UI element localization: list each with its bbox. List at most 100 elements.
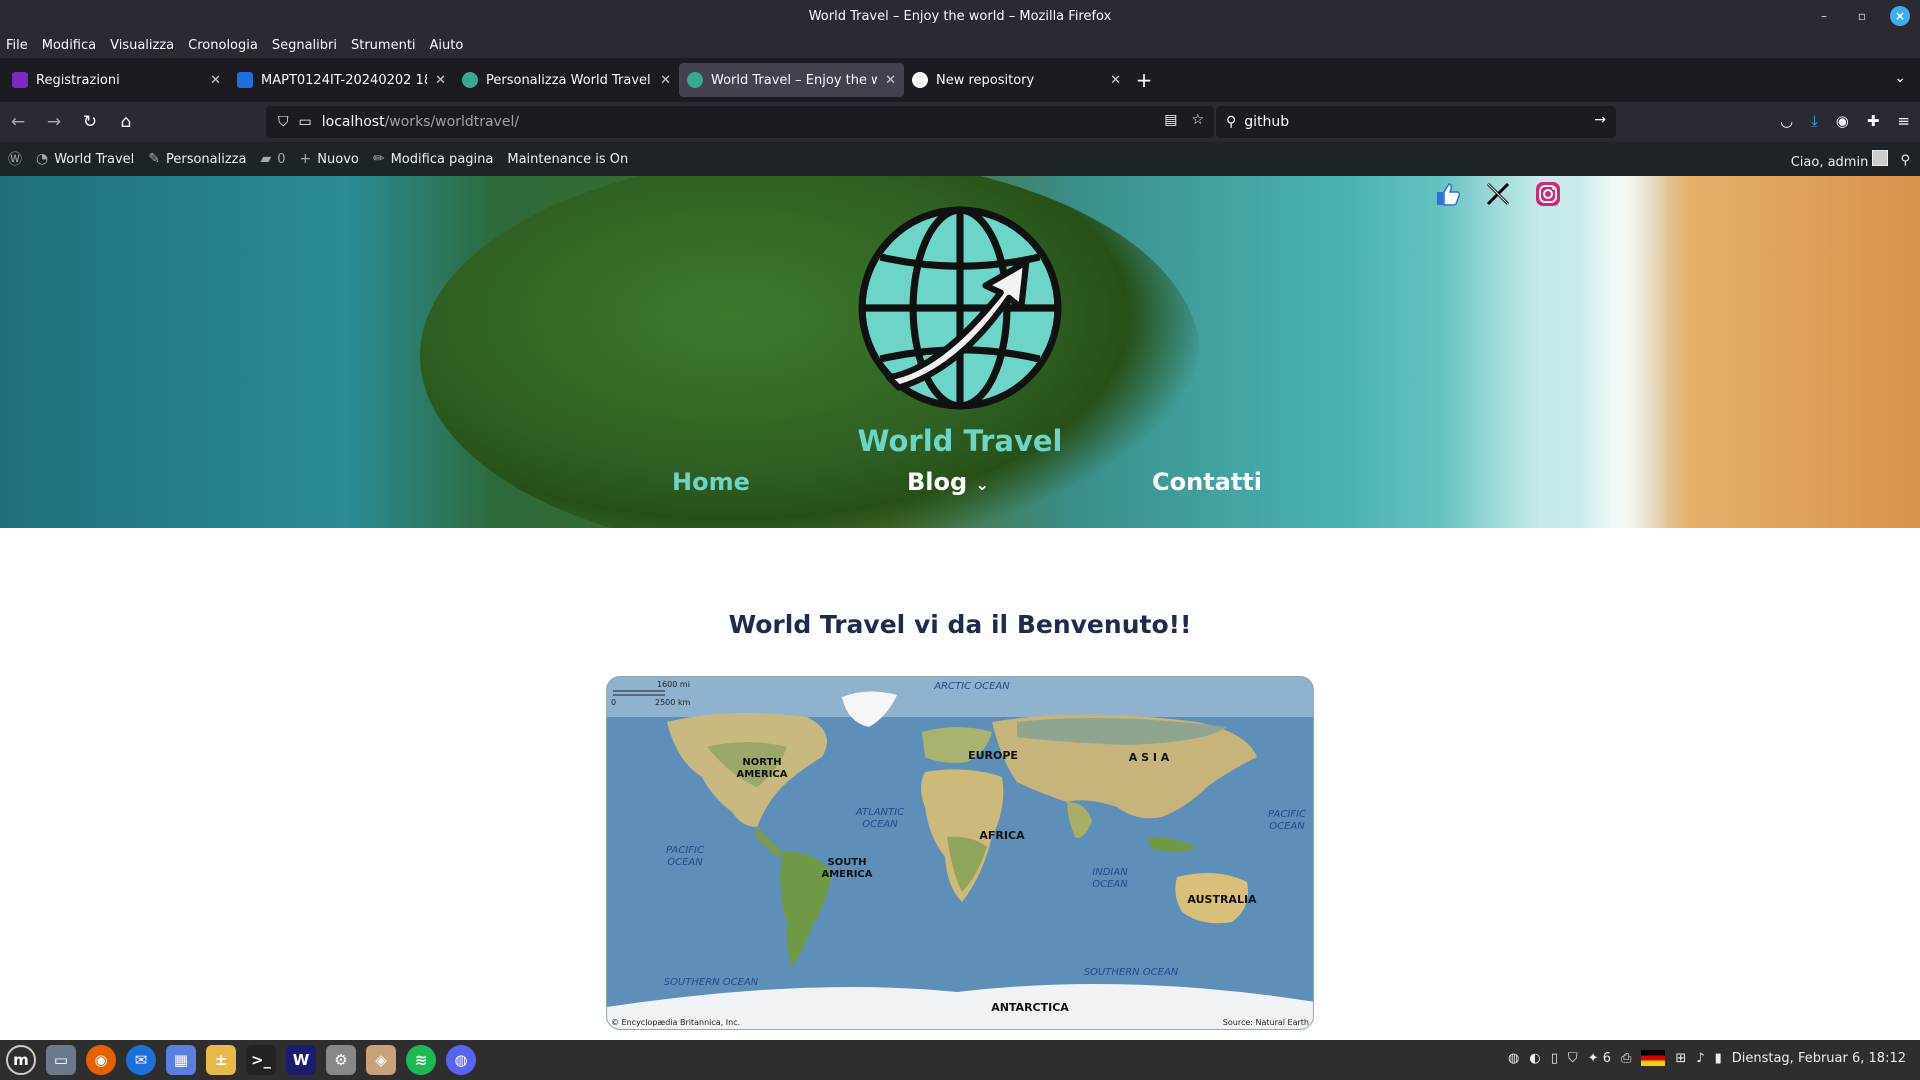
settings-icon[interactable]: ⚙ bbox=[326, 1045, 356, 1075]
thunderbird-icon[interactable]: ✉ bbox=[126, 1045, 156, 1075]
wp-new-link[interactable]: + Nuovo bbox=[300, 151, 359, 167]
bookmark-star-icon[interactable]: ☆ bbox=[1191, 112, 1204, 128]
tab-close-icon[interactable]: ✕ bbox=[885, 73, 896, 88]
site-title[interactable]: World Travel bbox=[0, 424, 1920, 458]
sound-icon[interactable]: ♪ bbox=[1696, 1051, 1704, 1066]
menu-aiuto[interactable]: Aiuto bbox=[430, 38, 464, 53]
menu-segnalibri[interactable]: Segnalibri bbox=[272, 38, 337, 53]
wp-account-link[interactable]: Ciao, admin bbox=[1791, 150, 1889, 170]
new-tab-button[interactable]: + bbox=[1129, 68, 1159, 92]
printer-icon[interactable]: ⎙ bbox=[1621, 1051, 1631, 1066]
map-label-indian-2: OCEAN bbox=[1092, 879, 1128, 890]
thumbs-up-icon[interactable] bbox=[1434, 180, 1462, 208]
avatar bbox=[1872, 150, 1889, 166]
webstorm-icon[interactable]: W bbox=[286, 1045, 316, 1075]
reader-view-icon[interactable]: ▤ bbox=[1164, 112, 1177, 128]
tab-registrazioni[interactable]: Registrazioni ✕ bbox=[4, 63, 229, 97]
menu-cronologia[interactable]: Cronologia bbox=[188, 38, 258, 53]
notification-count: 6 bbox=[1602, 1050, 1611, 1066]
map-label-north-america-1: NORTH bbox=[742, 757, 781, 768]
map-label-pacific-left-1: PACIFIC bbox=[666, 845, 704, 856]
calculator-icon[interactable]: ± bbox=[206, 1045, 236, 1075]
evolution-tray-icon[interactable]: ◐ bbox=[1529, 1051, 1540, 1066]
url-bar[interactable]: ⛉ ▭ localhost/works/worldtravel/ ▤ ☆ bbox=[266, 106, 1214, 138]
plus-icon: + bbox=[299, 151, 312, 167]
search-bar[interactable]: ⚲ github → bbox=[1216, 106, 1616, 138]
nav-contatti[interactable]: Contatti bbox=[1152, 468, 1262, 496]
x-twitter-icon[interactable] bbox=[1484, 180, 1512, 208]
discord-tray-icon[interactable]: ◍ bbox=[1508, 1051, 1519, 1066]
map-label-australia: AUSTRALIA bbox=[1187, 893, 1257, 906]
tab-close-icon[interactable]: ✕ bbox=[1110, 73, 1121, 88]
shield-tray-icon[interactable]: ⛉ bbox=[1568, 1051, 1578, 1066]
minimize-icon[interactable]: – bbox=[1814, 6, 1834, 26]
tab-close-icon[interactable]: ✕ bbox=[660, 73, 671, 88]
world-map-image: 1600 mi 2500 km 0 ARCTIC OCEAN NORTH AME… bbox=[606, 676, 1314, 1030]
tab-personalizza[interactable]: Personalizza World Travel – ✕ bbox=[454, 63, 679, 97]
site-logo-globe-icon[interactable] bbox=[858, 206, 1062, 410]
notifications-icon[interactable]: ✦ 6 bbox=[1588, 1051, 1611, 1066]
wordpress-logo-icon[interactable]: Ⓦ bbox=[8, 149, 22, 169]
github-icon bbox=[912, 72, 928, 88]
list-tabs-icon[interactable]: ⌄ bbox=[1894, 70, 1906, 86]
discord-icon[interactable]: ◍ bbox=[446, 1045, 476, 1075]
wp-edit-page-link[interactable]: ✏ Modifica pagina bbox=[373, 151, 494, 167]
search-input[interactable]: github bbox=[1244, 114, 1289, 130]
network-icon[interactable]: ⊞ bbox=[1675, 1051, 1686, 1066]
wp-maintenance-link[interactable]: Maintenance is On bbox=[507, 152, 628, 167]
tab-bar: Registrazioni ✕ MAPT0124IT-20240202 180 … bbox=[0, 58, 1920, 102]
wp-search-icon[interactable]: ⚲ bbox=[1900, 153, 1910, 168]
tab-new-repository[interactable]: New repository ✕ bbox=[904, 63, 1129, 97]
forward-button[interactable]: → bbox=[36, 112, 72, 132]
back-button[interactable]: ← bbox=[0, 112, 36, 132]
image-viewer-icon[interactable]: ◈ bbox=[366, 1045, 396, 1075]
close-icon[interactable]: × bbox=[1890, 6, 1910, 26]
screenshot-icon[interactable]: ▦ bbox=[166, 1045, 196, 1075]
map-label-pacific-right-1: PACIFIC bbox=[1268, 809, 1306, 820]
battery-icon[interactable]: ▮ bbox=[1715, 1051, 1722, 1066]
menu-modifica[interactable]: Modifica bbox=[42, 38, 96, 53]
home-button[interactable]: ⌂ bbox=[108, 112, 144, 132]
maximize-icon[interactable]: ▫ bbox=[1852, 6, 1872, 26]
account-icon[interactable]: ◉ bbox=[1836, 112, 1849, 130]
nav-blog[interactable]: Blog ⌄ bbox=[907, 468, 989, 496]
page-info-icon[interactable]: ▭ bbox=[299, 114, 312, 130]
spotify-icon[interactable]: ≋ bbox=[406, 1045, 436, 1075]
pocket-icon[interactable]: ◡ bbox=[1780, 112, 1793, 130]
extensions-icon[interactable]: ✚ bbox=[1867, 112, 1880, 130]
nav-home[interactable]: Home bbox=[672, 468, 750, 496]
downloads-icon[interactable]: ⤓ bbox=[1811, 112, 1818, 130]
search-go-icon[interactable]: → bbox=[1594, 112, 1606, 128]
menu-strumenti[interactable]: Strumenti bbox=[351, 38, 416, 53]
tab-world-travel[interactable]: World Travel – Enjoy the wo ✕ bbox=[679, 63, 904, 97]
file-manager-icon[interactable]: ▭ bbox=[46, 1045, 76, 1075]
wp-site-link[interactable]: ◔ World Travel bbox=[36, 151, 134, 167]
tab-label: MAPT0124IT-20240202 180 bbox=[261, 72, 428, 88]
instagram-icon[interactable] bbox=[1534, 180, 1562, 208]
tab-mapt[interactable]: MAPT0124IT-20240202 180 ✕ bbox=[229, 63, 454, 97]
reload-button[interactable]: ↻ bbox=[72, 112, 108, 132]
menu-file[interactable]: File bbox=[6, 38, 28, 53]
wp-greeting: Ciao, admin bbox=[1790, 155, 1869, 170]
wp-admin-right: Ciao, admin ⚲ bbox=[1791, 150, 1910, 170]
keyboard-layout-de-icon[interactable] bbox=[1641, 1050, 1666, 1066]
wp-customize-link[interactable]: ✎ Personalizza bbox=[148, 151, 246, 167]
hamburger-menu-icon[interactable]: ≡ bbox=[1897, 112, 1910, 130]
menu-visualizza[interactable]: Visualizza bbox=[110, 38, 174, 53]
screen: World Travel – Enjoy the world – Mozilla… bbox=[0, 0, 1920, 1080]
tab-close-icon[interactable]: ✕ bbox=[210, 73, 221, 88]
brush-icon: ✎ bbox=[148, 151, 160, 167]
clipboard-icon[interactable]: ▯ bbox=[1551, 1051, 1558, 1066]
map-label-europe: EUROPE bbox=[968, 749, 1018, 762]
tab-favicon-icon bbox=[12, 72, 28, 88]
start-menu-icon[interactable]: m bbox=[6, 1045, 36, 1075]
wp-comments-link[interactable]: ▰ 0 bbox=[260, 151, 285, 167]
shield-icon[interactable]: ⛉ bbox=[278, 114, 289, 130]
taskbar: m ▭ ◉ ✉ ▦ ± >_ W ⚙ ◈ ≋ ◍ ◍ ◐ ▯ ⛉ ✦ 6 ⎙ ⊞… bbox=[0, 1040, 1920, 1080]
firefox-icon[interactable]: ◉ bbox=[86, 1045, 116, 1075]
clock[interactable]: Dienstag, Februar 6, 18:12 bbox=[1732, 1051, 1906, 1066]
terminal-icon[interactable]: >_ bbox=[246, 1045, 276, 1075]
tab-favicon-icon bbox=[687, 72, 703, 88]
tab-label: New repository bbox=[936, 72, 1035, 88]
tab-close-icon[interactable]: ✕ bbox=[435, 73, 446, 88]
